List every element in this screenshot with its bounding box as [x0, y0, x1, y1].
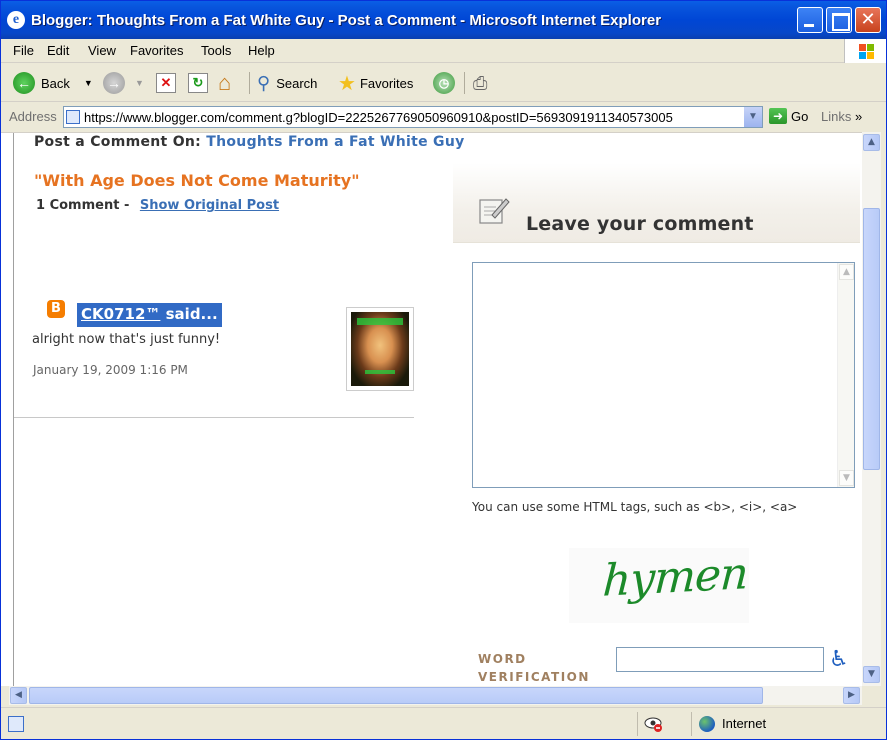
- textarea-scrollbar[interactable]: ▲ ▼: [837, 263, 854, 487]
- post-title: "With Age Does Not Come Maturity": [34, 171, 360, 190]
- address-input[interactable]: https://www.blogger.com/comment.g?blogID…: [63, 106, 763, 128]
- stop-icon: ✕: [156, 73, 176, 93]
- menu-file[interactable]: File: [13, 43, 34, 58]
- ie-window: e Blogger: Thoughts From a Fat White Guy…: [0, 0, 887, 740]
- post-on-label: Post a Comment On:: [34, 134, 202, 150]
- go-button[interactable]: ➜ Go: [769, 108, 808, 124]
- leave-comment-heading: Leave your comment: [526, 213, 754, 235]
- blog-name-link[interactable]: Thoughts From a Fat White Guy: [206, 134, 464, 150]
- windows-logo-icon: [844, 39, 886, 63]
- maximize-button[interactable]: [826, 7, 852, 33]
- title-bar: e Blogger: Thoughts From a Fat White Guy…: [1, 1, 886, 39]
- print-button[interactable]: ⎙: [473, 70, 487, 96]
- avatar-image: [351, 312, 409, 386]
- home-button[interactable]: ⌂: [218, 70, 231, 96]
- word-verification-line1: WORD: [478, 652, 527, 666]
- forward-arrow-icon: →: [103, 72, 125, 94]
- comment-date[interactable]: January 19, 2009 1:16 PM: [33, 363, 188, 377]
- history-icon: ◷: [433, 72, 455, 94]
- status-bar: Internet: [1, 707, 886, 739]
- menu-favorites[interactable]: Favorites: [130, 43, 183, 58]
- avatar[interactable]: [346, 307, 414, 391]
- globe-icon: [699, 716, 715, 732]
- back-arrow-icon: ←: [13, 72, 35, 94]
- back-dropdown-icon[interactable]: ▼: [84, 78, 93, 88]
- search-icon: ⚲: [257, 72, 271, 93]
- captcha-word: hymen: [601, 548, 749, 607]
- close-icon: ✕: [860, 9, 876, 30]
- popup-blocked-icon[interactable]: [643, 716, 663, 732]
- captcha-image: hymen: [569, 548, 749, 623]
- author-said: said...: [165, 305, 218, 323]
- post-comment-on: Post a Comment On: Thoughts From a Fat W…: [34, 134, 465, 150]
- address-dropdown-icon[interactable]: ▼: [744, 107, 762, 127]
- comment-body: alright now that's just funny!: [32, 332, 221, 347]
- comment-count-label: 1 Comment -: [36, 198, 130, 213]
- star-icon: ★: [338, 72, 356, 95]
- minimize-button[interactable]: [797, 7, 823, 33]
- comment-count: 1 Comment - Show Original Post: [36, 198, 279, 213]
- toolbar: ← Back ▼ → ▼ ✕ ↻ ⌂ ⚲ Search ★ Favorites …: [1, 64, 886, 102]
- html-tags-note: You can use some HTML tags, such as <b>,…: [472, 500, 798, 514]
- page-icon: [66, 110, 80, 124]
- search-button[interactable]: ⚲ Search: [257, 70, 317, 96]
- history-button[interactable]: ◷: [433, 70, 455, 96]
- go-arrow-icon: ➜: [769, 108, 787, 124]
- forward-dropdown-icon[interactable]: ▼: [135, 78, 144, 88]
- close-button[interactable]: ✕: [855, 7, 881, 33]
- go-label: Go: [791, 108, 809, 124]
- menu-bar: File Edit View Favorites Tools Help: [1, 39, 886, 63]
- wheelchair-icon[interactable]: ♿: [829, 647, 851, 673]
- scroll-up-button[interactable]: ▲: [863, 134, 880, 151]
- address-url[interactable]: https://www.blogger.com/comment.g?blogID…: [84, 110, 673, 125]
- blogger-icon: B: [47, 300, 65, 318]
- comment-textarea[interactable]: ▲ ▼: [472, 262, 855, 488]
- scroll-down-button[interactable]: ▼: [863, 666, 880, 683]
- stop-button[interactable]: ✕: [156, 70, 176, 96]
- window-title: Blogger: Thoughts From a Fat White Guy -…: [31, 12, 662, 29]
- menu-view[interactable]: View: [88, 43, 116, 58]
- comments-pane: Post a Comment On: Thoughts From a Fat W…: [13, 133, 464, 686]
- printer-icon: ⎙: [473, 72, 488, 93]
- scroll-right-button[interactable]: ▶: [843, 687, 860, 704]
- menu-edit[interactable]: Edit: [47, 43, 69, 58]
- scroll-left-button[interactable]: ◀: [10, 687, 27, 704]
- address-label: Address: [9, 109, 57, 124]
- scroll-down-icon[interactable]: ▼: [839, 470, 854, 486]
- refresh-icon: ↻: [188, 73, 208, 93]
- author-name-link[interactable]: CK0712™: [81, 305, 160, 323]
- back-label: Back: [41, 75, 70, 91]
- address-bar: Address https://www.blogger.com/comment.…: [1, 103, 886, 131]
- word-verification-label: WORD VERIFICATION: [478, 650, 590, 686]
- menu-tools[interactable]: Tools: [201, 43, 231, 58]
- word-verification-line2: VERIFICATION: [478, 670, 590, 684]
- forward-button[interactable]: → ▼: [103, 70, 144, 96]
- vertical-scrollbar[interactable]: ▲ ▼: [862, 132, 881, 686]
- vertical-scroll-thumb[interactable]: [863, 208, 880, 470]
- scrollbar-corner: [862, 686, 881, 705]
- comment-author[interactable]: CK0712™ said...: [77, 303, 222, 327]
- horizontal-scroll-thumb[interactable]: [29, 687, 763, 704]
- home-icon: ⌂: [218, 70, 232, 95]
- comment-divider: [14, 417, 414, 418]
- back-button[interactable]: ← Back ▼: [13, 70, 93, 96]
- scroll-up-icon[interactable]: ▲: [839, 264, 854, 280]
- word-verification-input[interactable]: [616, 647, 824, 672]
- links-button[interactable]: Links »: [821, 109, 862, 124]
- show-original-post-link[interactable]: Show Original Post: [140, 198, 279, 213]
- search-label: Search: [276, 75, 318, 91]
- page-content: Post a Comment On: Thoughts From a Fat W…: [1, 132, 862, 686]
- comment-form-pane: Leave your comment ▲ ▼ You can use some …: [453, 163, 860, 686]
- menu-help[interactable]: Help: [248, 43, 275, 58]
- ie-logo-icon: e: [7, 11, 25, 29]
- favorites-label: Favorites: [359, 75, 414, 91]
- refresh-button[interactable]: ↻: [188, 70, 208, 96]
- security-zone: Internet: [722, 716, 767, 731]
- links-label: Links: [821, 109, 852, 124]
- form-header: Leave your comment: [453, 163, 860, 243]
- pencil-note-icon: [479, 198, 510, 224]
- horizontal-scrollbar[interactable]: ◀ ▶: [9, 686, 862, 705]
- favorites-button[interactable]: ★ Favorites: [338, 70, 413, 96]
- status-page-icon: [8, 716, 24, 732]
